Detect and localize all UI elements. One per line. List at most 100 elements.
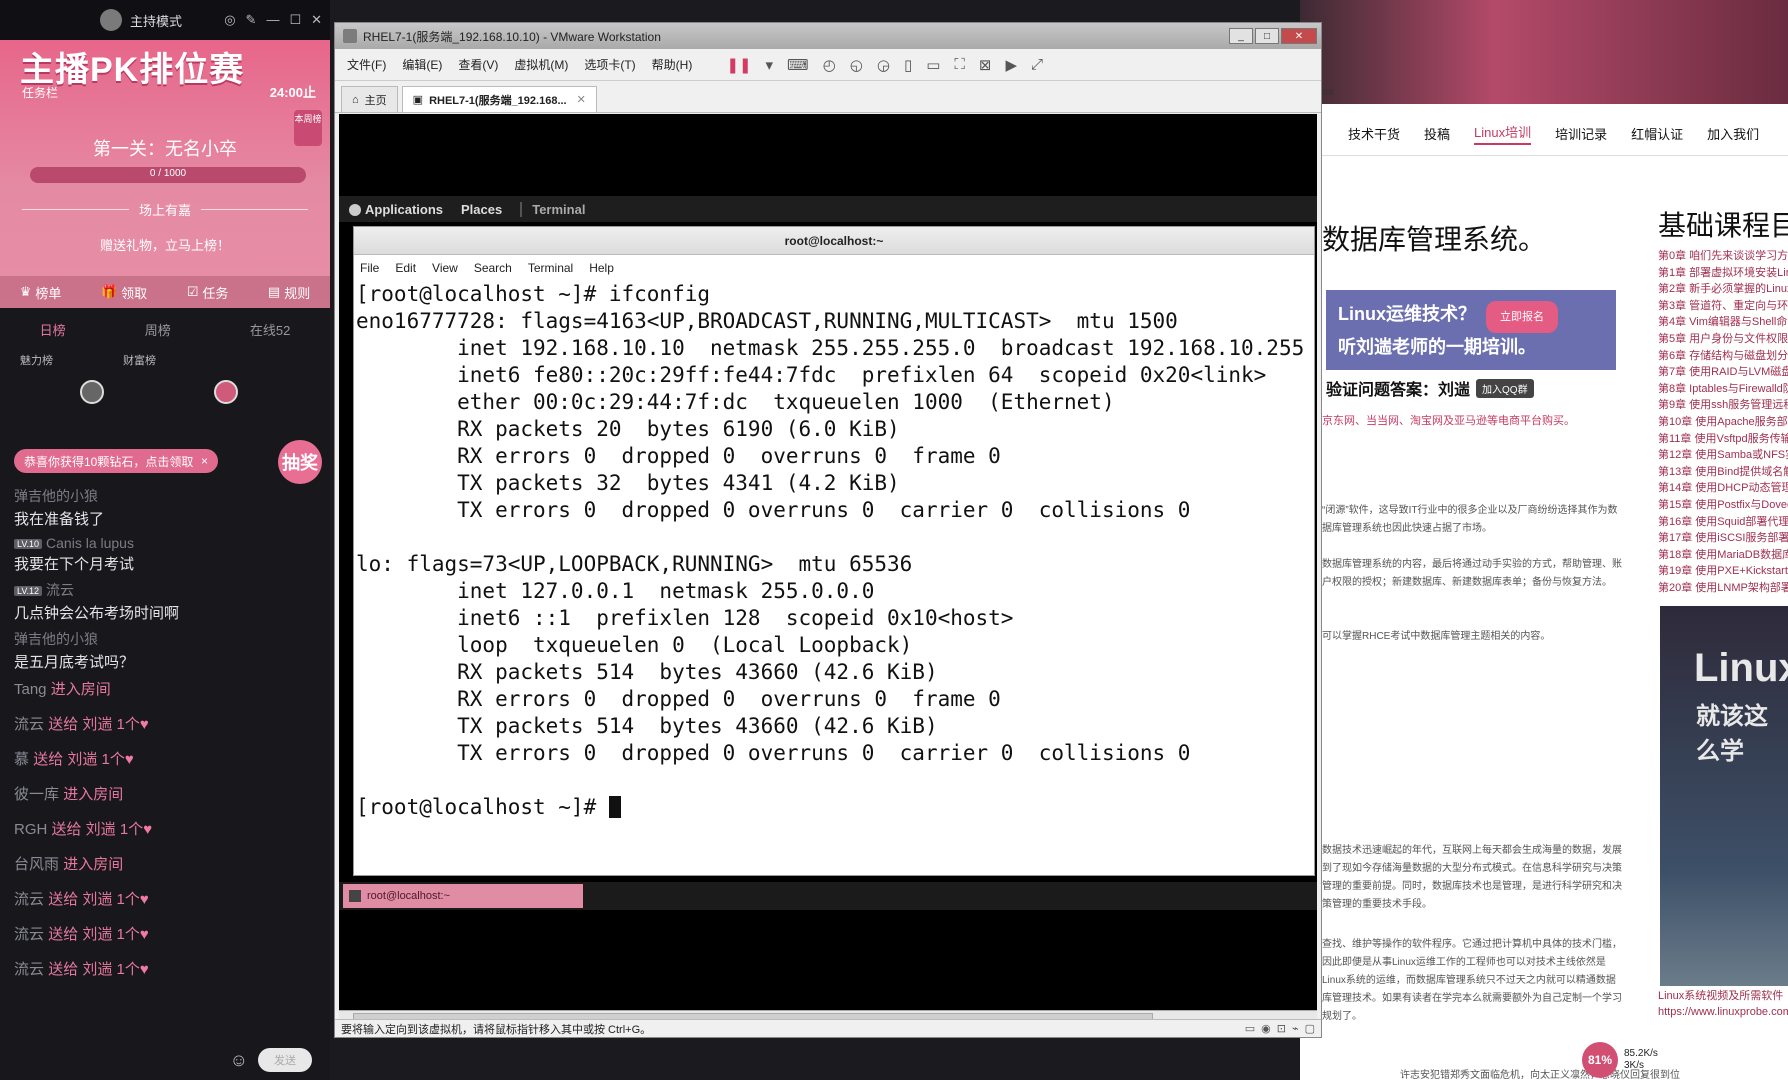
dropdown-icon[interactable]: ▾ [765,56,773,74]
terminal-window[interactable]: root@localhost:~ File Edit View Search T… [353,226,1315,876]
fullscreen-icon[interactable]: ⛶ [954,56,965,74]
chapter-link[interactable]: 第3章 管道符、重定向与环境变量 [1658,298,1788,315]
tab-home[interactable]: ⌂ 主页 [341,86,398,112]
event-user[interactable]: RGH [14,821,47,838]
nav-tech[interactable]: 技术干货 [1348,124,1400,143]
maximize-button[interactable]: □ [1255,28,1279,44]
usb-icon[interactable]: ⌁ [1292,1022,1299,1035]
close-icon[interactable]: ✕ [311,12,322,28]
chapter-link[interactable]: 第17章 使用iSCSI服务部署网络存储 [1658,530,1788,547]
term-menu-edit[interactable]: Edit [395,261,416,275]
promo-close-icon[interactable]: × [201,454,208,468]
menu-rules[interactable]: ▤ 规则 [268,283,310,302]
chapter-link[interactable]: 第6章 存储结构与磁盘划分 [1658,348,1788,365]
host-avatar[interactable] [100,9,122,31]
sidebar-icon[interactable]: ▯ [904,56,912,74]
chapter-link[interactable]: 第14章 使用DHCP动态管理主机地址 [1658,480,1788,497]
event-user[interactable]: 彼一库 [14,786,59,803]
book-cover-image[interactable]: Linux 就该这么学 [1660,606,1788,986]
network-icon[interactable]: ⊡ [1277,1022,1286,1035]
guest-display[interactable]: Applications Places Terminal root@localh… [339,114,1317,1026]
book-caption-text[interactable]: Linux系统视频及所需软件 [1658,988,1788,1004]
menu-tabs[interactable]: 选项卡(T) [584,56,635,73]
thumbnail-icon[interactable]: ▭ [926,56,940,74]
chapter-link[interactable]: 第2章 新手必须掌握的Linux命令 [1658,281,1788,298]
chat-username[interactable]: 弹吉他的小狼 [14,486,324,506]
chapter-link[interactable]: 第15章 使用Postfix与Dovecot部署邮件系统 [1658,497,1788,514]
cdrom-icon[interactable]: ◉ [1261,1022,1271,1035]
menu-claim[interactable]: 🎁 领取 [101,283,147,302]
unity-icon[interactable]: ⊠ [979,56,992,74]
term-menu-terminal[interactable]: Terminal [528,261,573,275]
lottery-button[interactable]: 抽奖 [278,440,322,484]
terminal-app-menu[interactable]: Terminal [520,201,585,217]
revert-snapshot-icon[interactable]: ◵ [850,56,863,74]
chapter-link[interactable]: 第5章 用户身份与文件权限 [1658,331,1788,348]
tab-daily[interactable]: 日榜 [40,320,66,339]
chapter-link[interactable]: 第20章 使用LNMP架构部署动态网站环境 [1658,580,1788,597]
chapter-link[interactable]: 第18章 使用MariaDB数据库管理系统 [1658,547,1788,564]
event-user[interactable]: 台风雨 [14,856,59,873]
menu-file[interactable]: 文件(F) [347,56,386,73]
term-menu-help[interactable]: Help [589,261,614,275]
applications-menu[interactable]: Applications [349,202,443,217]
tab-online[interactable]: 在线52 [250,320,290,339]
event-user[interactable]: 流云 [14,891,44,908]
close-button[interactable]: ✕ [1281,28,1317,44]
chapter-link[interactable]: 第11章 使用Vsftpd服务传输文件 [1658,431,1788,448]
nav-redhat-cert[interactable]: 红帽认证 [1631,124,1683,143]
send-button[interactable]: 发送 [258,1048,312,1072]
cpu-usage-meter[interactable]: 81% [1582,1042,1618,1078]
console-icon[interactable]: ▶ [1005,56,1017,74]
event-user[interactable]: 流云 [14,926,44,943]
term-menu-view[interactable]: View [432,261,458,275]
edit-icon[interactable]: ✎ [246,12,257,28]
minimize-button[interactable]: _ [1229,28,1253,44]
nav-training-record[interactable]: 培训记录 [1555,124,1607,143]
chat-username[interactable]: LV.12 流云 [14,580,324,600]
chapter-link[interactable]: 第13章 使用Bind提供域名解析服务 [1658,464,1788,481]
vmware-titlebar[interactable]: RHEL7-1(服务端_192.168.10.10) - VMware Work… [335,23,1321,49]
menu-view[interactable]: 查看(V) [458,56,498,73]
snapshot-manager-icon[interactable]: ◶ [877,56,890,74]
taskbar-terminal-item[interactable]: root@localhost:~ [343,884,583,908]
send-keys-icon[interactable]: ⌨ [787,56,809,74]
nav-join[interactable]: 加入我们 [1707,124,1759,143]
chapter-link[interactable]: 第19章 使用PXE+Kickstart无人值守安装服务 [1658,563,1788,580]
pause-icon[interactable]: ❚❚ [726,56,751,74]
menu-vm[interactable]: 虚拟机(M) [514,56,568,73]
chapter-link[interactable]: 第16章 使用Squid部署代理缓存服务 [1658,514,1788,531]
shop-links[interactable]: 京东网、当当网、淘宝网及亚马逊等电商平台购买。 [1322,412,1575,428]
event-user[interactable]: 流云 [14,716,44,733]
tab-vm[interactable]: ▣ RHEL7-1(服务端_192.168... ✕ [401,86,597,112]
stretch-icon[interactable]: ⤢ [1031,56,1043,74]
diamond-promo[interactable]: 恭喜你获得10颗钻石，点击领取 × [14,449,218,473]
chapter-link[interactable]: 第0章 咱们先来谈谈学习方法 [1658,248,1788,265]
chat-username[interactable]: LV.10 Canis la lupus [14,535,324,551]
chapter-link[interactable]: 第9章 使用ssh服务管理远程主机 [1658,397,1788,414]
settings-icon[interactable]: ◎ [224,12,235,28]
term-menu-search[interactable]: Search [474,261,512,275]
book-caption-url[interactable]: https://www.linuxprobe.com [1658,1004,1788,1020]
event-user[interactable]: Tang [14,681,47,698]
event-user[interactable]: 流云 [14,961,44,978]
snapshot-icon[interactable]: ◴ [823,56,836,74]
menu-edit[interactable]: 编辑(E) [402,56,442,73]
join-qq-button[interactable]: 加入QQ群 [1476,378,1534,398]
maximize-icon[interactable]: ☐ [289,12,301,28]
menu-help[interactable]: 帮助(H) [652,56,693,73]
tab-close-icon[interactable]: ✕ [577,93,586,106]
chapter-link[interactable]: 第8章 Iptables与Firewalld防火墙 [1658,381,1788,398]
chapter-link[interactable]: 第12章 使用Samba或NFS实现文件共享 [1658,447,1788,464]
signup-button[interactable]: 立即报名 [1486,301,1558,333]
hdd-icon[interactable]: ▭ [1245,1022,1255,1035]
display-icon[interactable]: ▢ [1305,1022,1315,1035]
places-menu[interactable]: Places [461,202,502,217]
menu-rank[interactable]: ♛ 榜单 [20,283,62,302]
event-user[interactable]: 慕 [14,751,29,768]
tab-weekly[interactable]: 周榜 [145,320,171,339]
wealth-top-avatar[interactable] [214,380,238,404]
term-menu-file[interactable]: File [360,261,379,275]
chapter-link[interactable]: 第1章 部署虚拟环境安装Linux [1658,265,1788,282]
menu-task[interactable]: ☑ 任务 [187,283,229,302]
